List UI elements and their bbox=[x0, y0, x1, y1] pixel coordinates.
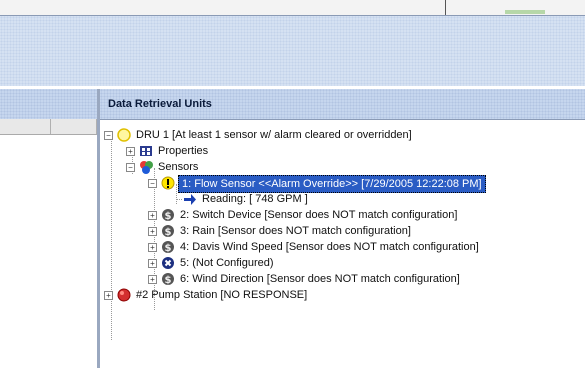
arrow-right-icon bbox=[184, 194, 196, 205]
status-indicator bbox=[505, 10, 545, 14]
mismatch-icon: $ bbox=[162, 273, 174, 286]
sensors-label: Sensors bbox=[158, 161, 199, 173]
collapse-toggle[interactable]: − bbox=[104, 131, 113, 140]
not-configured-icon bbox=[162, 257, 174, 269]
sensors-multicolor-icon bbox=[140, 161, 153, 174]
red-circle-icon bbox=[117, 288, 131, 302]
reading-label: Reading: [ 748 GPM ] bbox=[202, 193, 308, 205]
svg-text:$: $ bbox=[165, 227, 172, 238]
toolbar-divider bbox=[445, 0, 446, 15]
svg-text:$: $ bbox=[165, 211, 172, 222]
left-pane-header bbox=[0, 89, 97, 119]
yellow-circle-icon bbox=[117, 128, 131, 142]
not-configured-label: 5: (Not Configured) bbox=[180, 257, 274, 269]
pump-station-label: #2 Pump Station [NO RESPONSE] bbox=[136, 289, 308, 301]
panel-title: Data Retrieval Units bbox=[100, 89, 585, 120]
expand-toggle[interactable]: + bbox=[126, 147, 135, 156]
expand-toggle[interactable]: + bbox=[104, 291, 113, 300]
expand-toggle[interactable]: + bbox=[148, 227, 157, 236]
switch-device-label: 2: Switch Device [Sensor does NOT match … bbox=[180, 209, 458, 221]
mismatch-icon: $ bbox=[162, 241, 174, 254]
svg-text:$: $ bbox=[165, 243, 172, 254]
mismatch-icon: $ bbox=[162, 209, 174, 222]
wind-direction-label: 6: Wind Direction [Sensor does NOT match… bbox=[180, 273, 460, 285]
top-toolbar-strip bbox=[0, 0, 585, 15]
header-band bbox=[0, 15, 585, 87]
properties-label: Properties bbox=[158, 145, 209, 157]
alarm-exclamation-icon bbox=[161, 176, 175, 190]
dru1-label: DRU 1 [At least 1 sensor w/ alarm cleare… bbox=[136, 129, 412, 141]
davis-wind-speed-label: 4: Davis Wind Speed [Sensor does NOT mat… bbox=[180, 241, 479, 253]
expand-toggle[interactable]: + bbox=[148, 243, 157, 252]
data-retrieval-units-panel: Data Retrieval Units − DRU 1 [At least 1… bbox=[100, 89, 585, 368]
collapse-toggle[interactable]: − bbox=[126, 163, 135, 172]
svg-text:$: $ bbox=[165, 275, 172, 286]
collapse-toggle[interactable]: − bbox=[148, 179, 157, 188]
rain-label: 3: Rain [Sensor does NOT match configura… bbox=[180, 225, 411, 237]
expand-toggle[interactable]: + bbox=[148, 275, 157, 284]
properties-grid-icon bbox=[140, 146, 152, 156]
expand-toggle[interactable]: + bbox=[148, 259, 157, 268]
mismatch-icon: $ bbox=[162, 225, 174, 238]
left-pane-columns bbox=[0, 119, 97, 135]
expand-toggle[interactable]: + bbox=[148, 211, 157, 220]
